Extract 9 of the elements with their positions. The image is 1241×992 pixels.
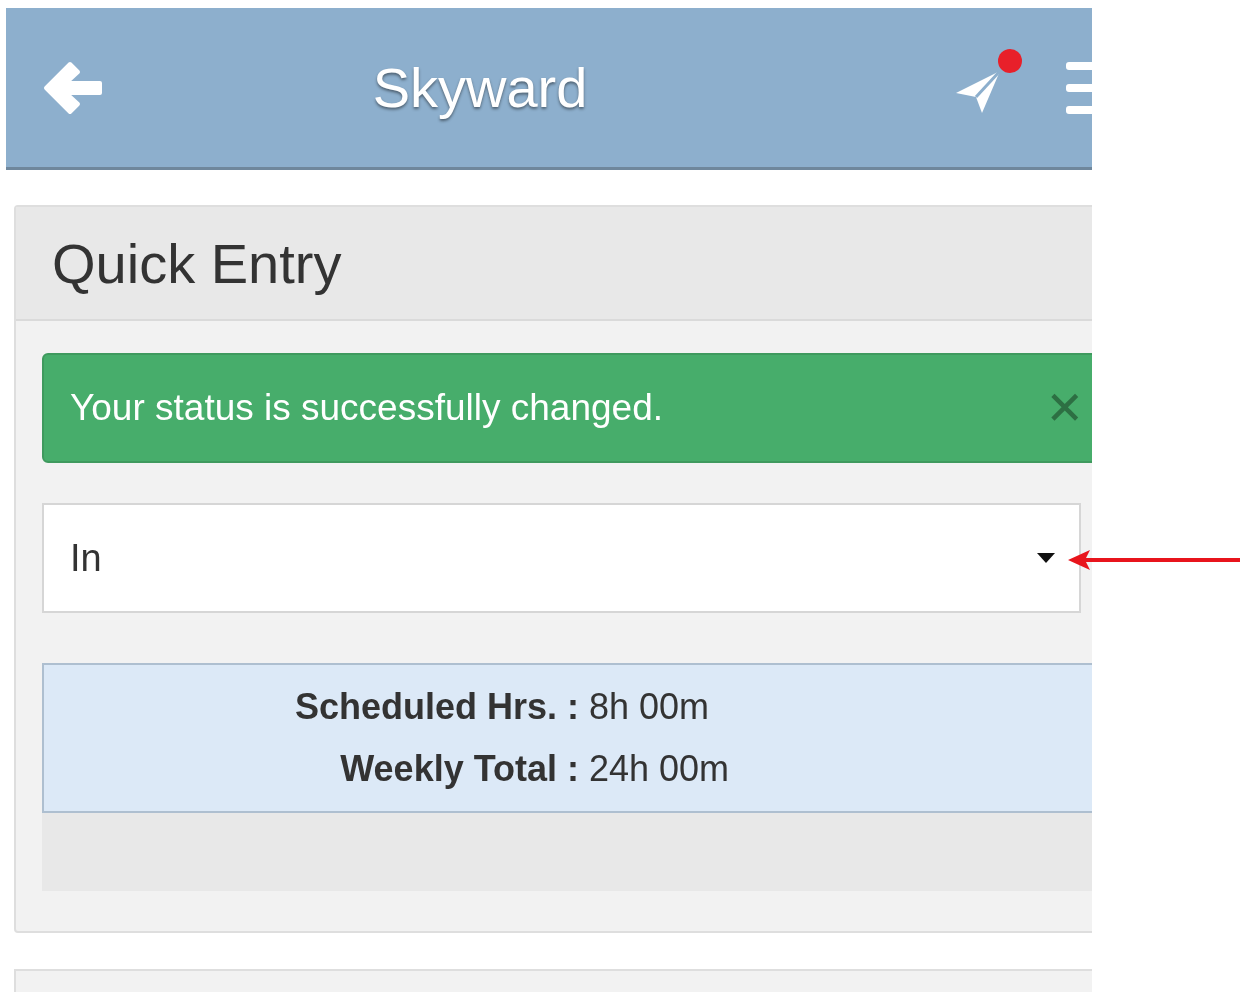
caret-icon (1037, 553, 1055, 563)
summary-value: 8h 00m (589, 686, 711, 728)
status-select[interactable]: In (42, 503, 1081, 613)
app-title: Skyward (371, 55, 589, 120)
panel-title: Quick Entry (16, 207, 1092, 321)
summary-label: Scheduled Hrs. : (293, 686, 579, 728)
summary-value: 24h 00m (589, 748, 731, 790)
alert-message: Your status is successfully changed. (70, 387, 664, 429)
summary-label: Weekly Total : (339, 748, 579, 790)
